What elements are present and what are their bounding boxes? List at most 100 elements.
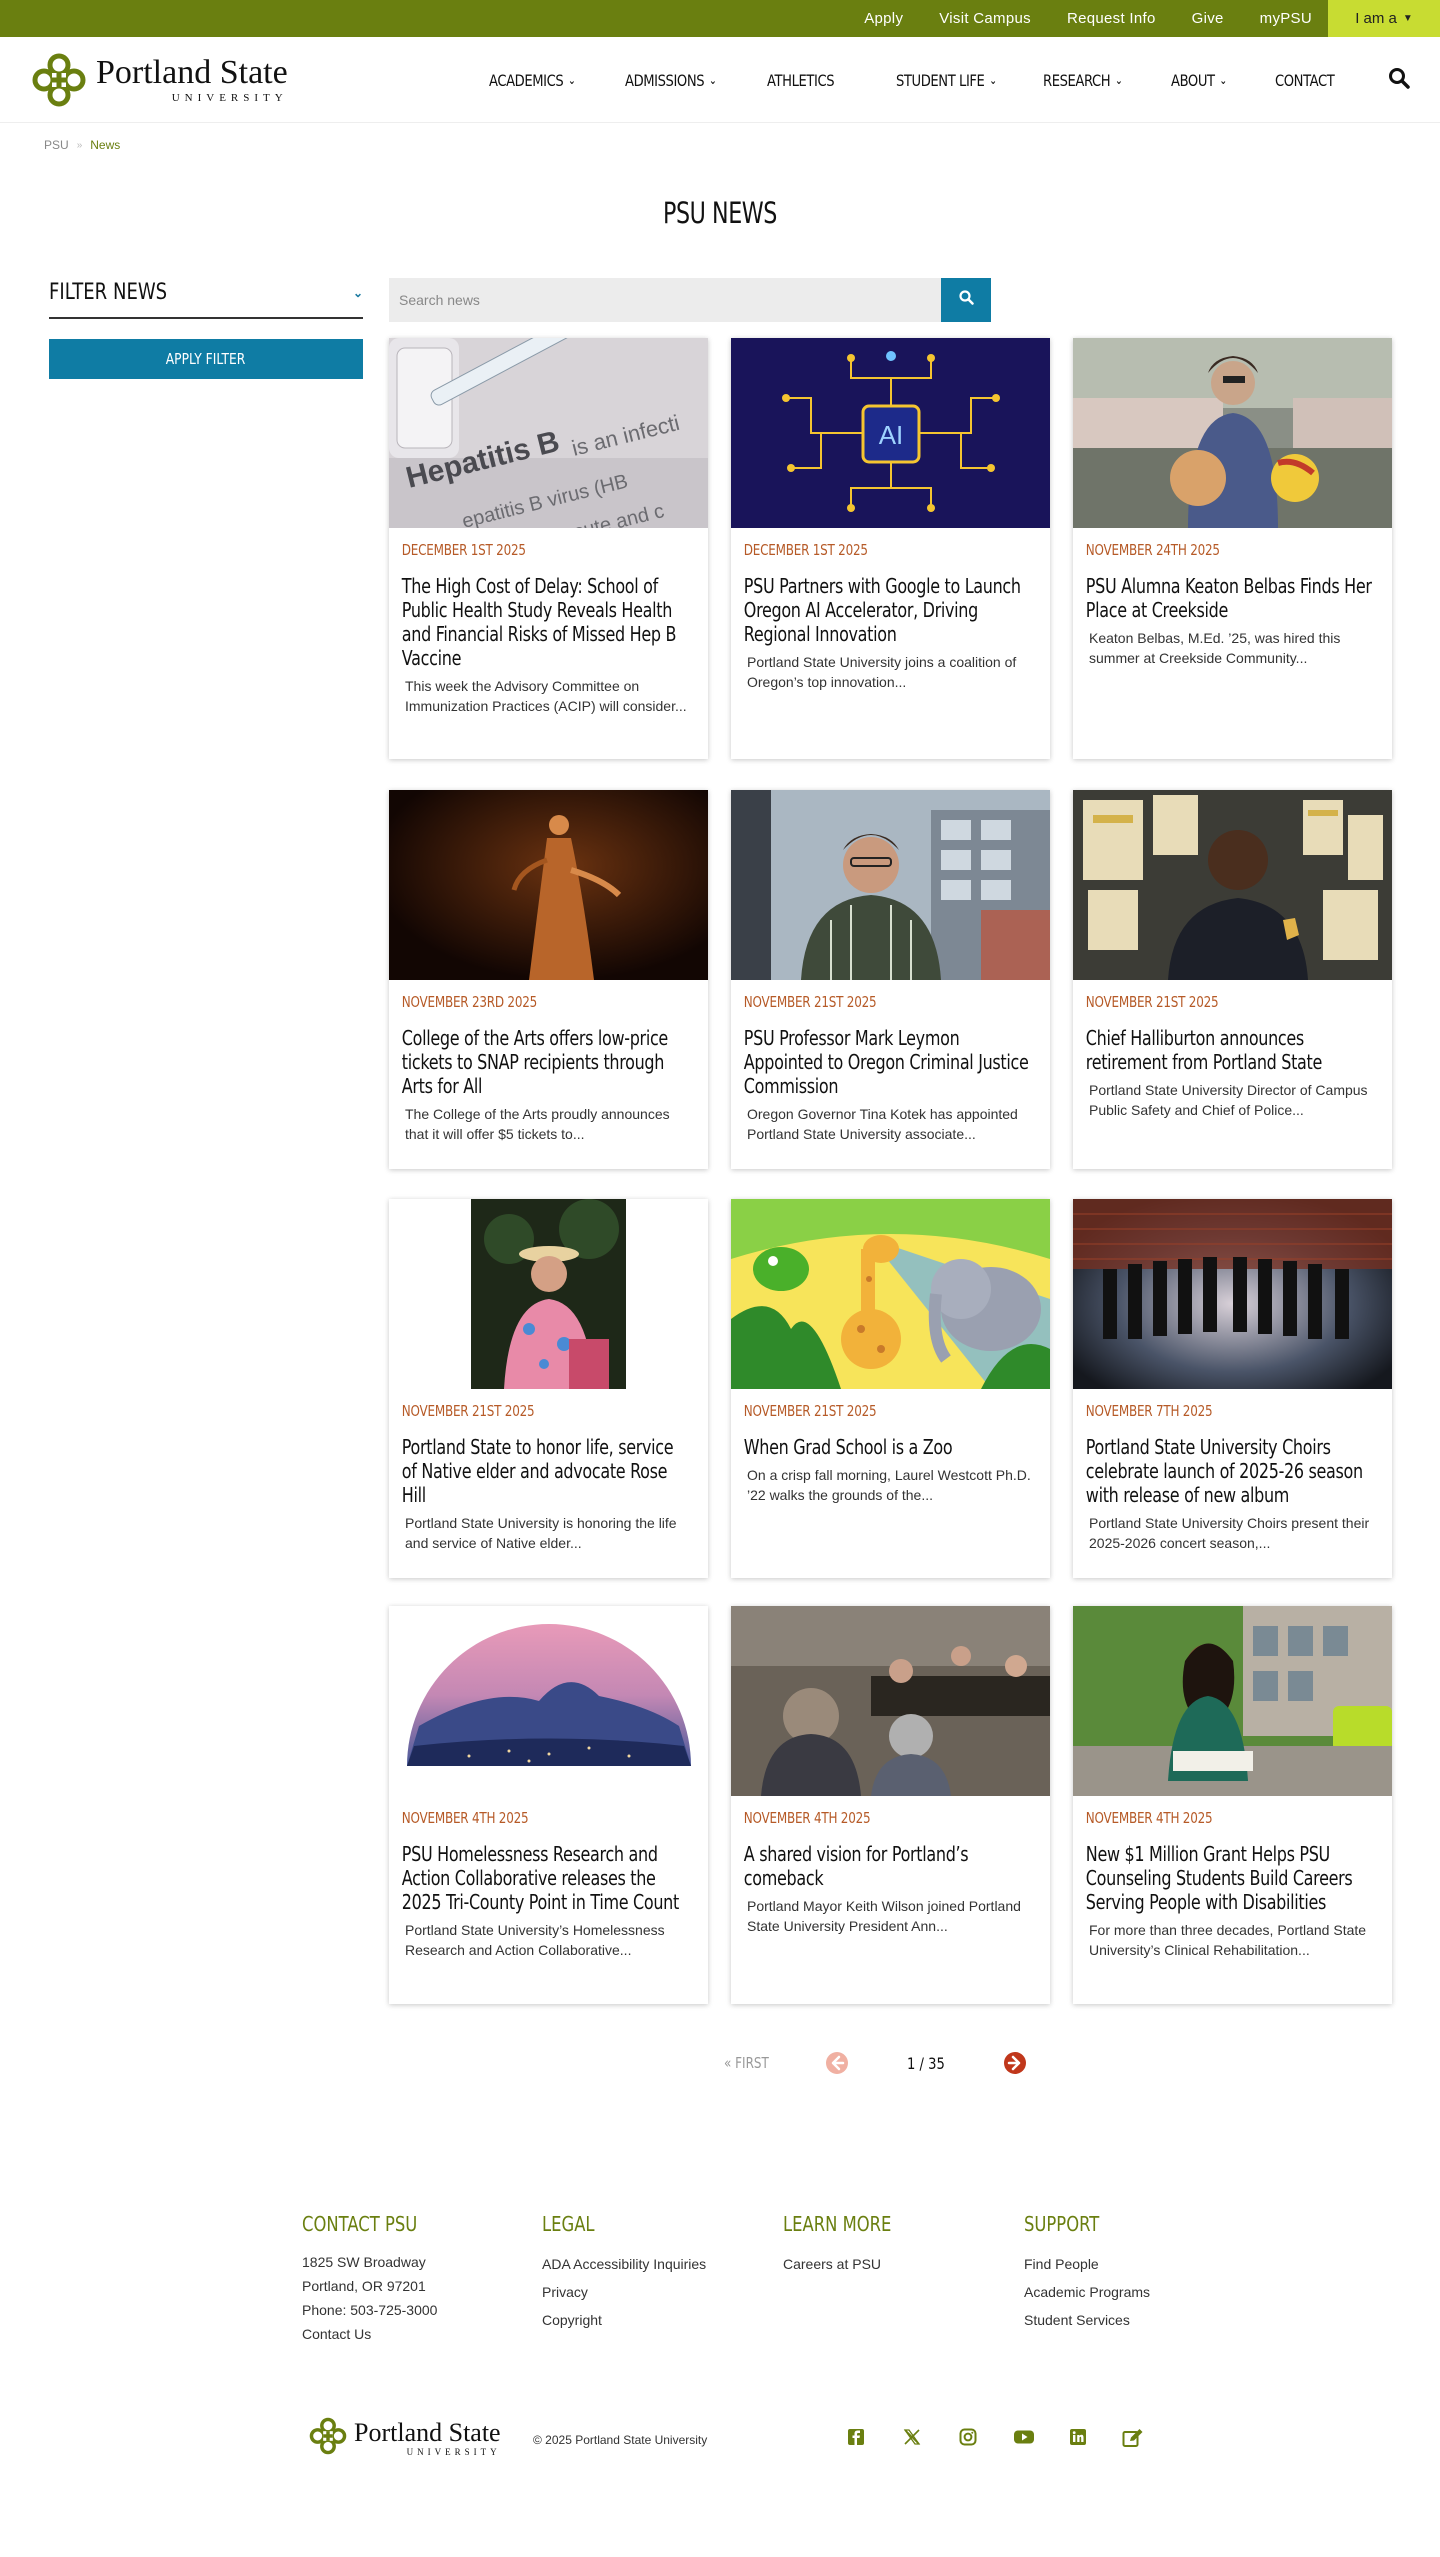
news-card[interactable]: NOVEMBER 4TH 2025 A shared vision for Po… (731, 1606, 1050, 2004)
news-card-title[interactable]: Portland State University Choirs celebra… (1073, 1420, 1385, 1507)
instagram-icon[interactable] (959, 2428, 977, 2451)
footer-support: SUPPORT Find People Academic Programs St… (1024, 2212, 1150, 2334)
news-card-desc: Portland State University is honoring th… (405, 1515, 677, 1551)
news-card[interactable]: NOVEMBER 7TH 2025 Portland State Univers… (1073, 1199, 1392, 1578)
chevron-down-icon: ⌄ (352, 285, 363, 300)
pager-next-arrow-icon[interactable] (1003, 2051, 1027, 2080)
nav-athletics[interactable]: ATHLETICS (767, 71, 835, 90)
i-am-a-label: I am a (1355, 10, 1397, 27)
news-card[interactable]: NOVEMBER 21ST 2025 When Grad School is a… (731, 1199, 1050, 1578)
news-card-title[interactable]: When Grad School is a Zoo (731, 1420, 1043, 1459)
nav-about[interactable]: ABOUT ⌄ (1171, 71, 1227, 90)
news-card[interactable]: AI DECEMBER 1ST 2025 PSU Partners with G… (731, 338, 1050, 759)
news-card-desc: This week the Advisory Committee on Immu… (405, 678, 687, 714)
news-card-desc: Portland State University Choirs present… (1089, 1515, 1370, 1551)
footer-link[interactable]: Privacy (542, 2278, 706, 2306)
footer-phone: Phone: 503-725-3000 (302, 2302, 438, 2318)
news-card-title[interactable]: College of the Arts offers low-price tic… (389, 1011, 701, 1098)
nav-research[interactable]: RESEARCH ⌄ (1043, 71, 1123, 90)
news-card-title[interactable]: PSU Alumna Keaton Belbas Finds Her Place… (1073, 559, 1385, 622)
search-icon (958, 290, 974, 310)
pager-prev-arrow-icon[interactable] (825, 2051, 849, 2080)
news-card-image (389, 1199, 708, 1389)
news-card-image: Hepatitis B is an infecti epatitis B vir… (389, 338, 708, 528)
filter-panel: FILTER NEWS ⌄ APPLY FILTER (49, 280, 363, 379)
news-card-title[interactable]: The High Cost of Delay: School of Public… (389, 559, 701, 670)
x-icon[interactable] (903, 2428, 921, 2451)
filter-toggle[interactable]: FILTER NEWS ⌄ (49, 280, 363, 319)
news-card-title[interactable]: Portland State to honor life, service of… (389, 1420, 701, 1507)
news-card-desc: On a crisp fall morning, Laurel Westcott… (747, 1467, 1031, 1503)
breadcrumb: PSU » News (44, 138, 120, 152)
news-card[interactable]: NOVEMBER 4TH 2025 PSU Homelessness Resea… (389, 1606, 708, 2004)
news-card[interactable]: NOVEMBER 21ST 2025 Portland State to hon… (389, 1199, 708, 1578)
news-card[interactable]: NOVEMBER 4TH 2025 New $1 Million Grant H… (1073, 1606, 1392, 2004)
utility-link-request-info[interactable]: Request Info (1049, 10, 1174, 27)
apply-filter-button[interactable]: APPLY FILTER (49, 339, 363, 379)
facebook-icon[interactable] (847, 2428, 865, 2451)
footer-link[interactable]: Academic Programs (1024, 2278, 1150, 2306)
news-card-title[interactable]: Chief Halliburton announces retirement f… (1073, 1011, 1385, 1074)
footer-link[interactable]: Careers at PSU (783, 2250, 915, 2278)
news-card-image (731, 1199, 1050, 1389)
footer-address-2: Portland, OR 97201 (302, 2278, 426, 2294)
news-card-date: NOVEMBER 24TH 2025 (1085, 541, 1220, 559)
news-card-desc: For more than three decades, Portland St… (1089, 1922, 1367, 1958)
pager-count: 1 / 35 (907, 2054, 945, 2073)
i-am-a-dropdown[interactable]: I am a ▼ (1328, 0, 1440, 37)
utility-link-apply[interactable]: Apply (846, 10, 921, 27)
news-card-title[interactable]: New $1 Million Grant Helps PSU Counselin… (1073, 1827, 1385, 1914)
breadcrumb-current[interactable]: News (90, 138, 120, 152)
nav-contact[interactable]: CONTACT (1275, 71, 1335, 90)
news-card-image: AI (731, 338, 1050, 528)
utility-link-give[interactable]: Give (1174, 10, 1242, 27)
psu-logo-mark-icon (30, 51, 88, 109)
nav-academics[interactable]: ACADEMICS ⌄ (489, 71, 576, 90)
footer-link[interactable]: Student Services (1024, 2306, 1150, 2334)
news-card-title[interactable]: PSU Partners with Google to Launch Orego… (731, 559, 1043, 646)
chevron-down-icon: ⌄ (1219, 73, 1228, 87)
footer-link[interactable]: Find People (1024, 2250, 1150, 2278)
news-card-desc: Oregon Governor Tina Kotek has appointed… (747, 1106, 1018, 1142)
psu-logo[interactable]: Portland State UNIVERSITY (30, 51, 288, 109)
linkedin-icon[interactable] (1069, 2428, 1087, 2451)
news-card-title[interactable]: A shared vision for Portland’s comeback (731, 1827, 1043, 1890)
footer-address-1: 1825 SW Broadway (302, 2254, 426, 2270)
search-input[interactable] (389, 278, 941, 322)
chevron-down-icon: ⌄ (989, 73, 997, 87)
apply-filter-label: APPLY FILTER (166, 350, 246, 368)
news-card-date: DECEMBER 1ST 2025 (401, 541, 526, 559)
news-card-image (731, 790, 1050, 980)
nav-label: ADMISSIONS (625, 70, 705, 90)
news-card[interactable]: Hepatitis B is an infecti epatitis B vir… (389, 338, 708, 759)
news-card[interactable]: NOVEMBER 23RD 2025 College of the Arts o… (389, 790, 708, 1169)
footer-link[interactable]: Copyright (542, 2306, 706, 2334)
news-card-date: NOVEMBER 21ST 2025 (743, 993, 877, 1011)
footer-contact: CONTACT PSU 1825 SW Broadway Portland, O… (302, 2212, 443, 2346)
footer-logo-sub: UNIVERSITY (406, 2447, 501, 2457)
edit-icon[interactable] (1122, 2428, 1144, 2453)
news-card-image (389, 790, 708, 980)
utility-link-mypsu[interactable]: myPSU (1242, 10, 1330, 27)
footer-contact-link[interactable]: Contact Us (302, 2322, 443, 2346)
pager-first[interactable]: « FIRST (724, 2054, 769, 2072)
news-card-image (731, 1606, 1050, 1796)
breadcrumb-root[interactable]: PSU (44, 138, 69, 152)
search-icon[interactable] (1388, 67, 1410, 94)
footer-logo[interactable]: Portland State UNIVERSITY (308, 2416, 501, 2461)
news-card-title[interactable]: PSU Professor Mark Leymon Appointed to O… (731, 1011, 1043, 1098)
youtube-icon[interactable] (1013, 2428, 1035, 2451)
logo-sub: UNIVERSITY (171, 92, 288, 104)
chevron-down-icon: ▼ (1402, 13, 1413, 24)
search-button[interactable] (941, 278, 991, 322)
nav-student-life[interactable]: STUDENT LIFE ⌄ (896, 71, 997, 90)
nav-admissions[interactable]: ADMISSIONS ⌄ (625, 70, 717, 90)
news-card-title[interactable]: PSU Homelessness Research and Action Col… (389, 1827, 701, 1914)
news-card[interactable]: NOVEMBER 21ST 2025 Chief Halliburton ann… (1073, 790, 1392, 1169)
news-card-image (1073, 1606, 1392, 1796)
news-card[interactable]: NOVEMBER 24TH 2025 PSU Alumna Keaton Bel… (1073, 338, 1392, 759)
news-card[interactable]: NOVEMBER 21ST 2025 PSU Professor Mark Le… (731, 790, 1050, 1169)
footer-link[interactable]: ADA Accessibility Inquiries (542, 2250, 706, 2278)
footer-logo-text: Portland State UNIVERSITY (354, 2420, 501, 2458)
utility-link-visit-campus[interactable]: Visit Campus (921, 10, 1049, 27)
